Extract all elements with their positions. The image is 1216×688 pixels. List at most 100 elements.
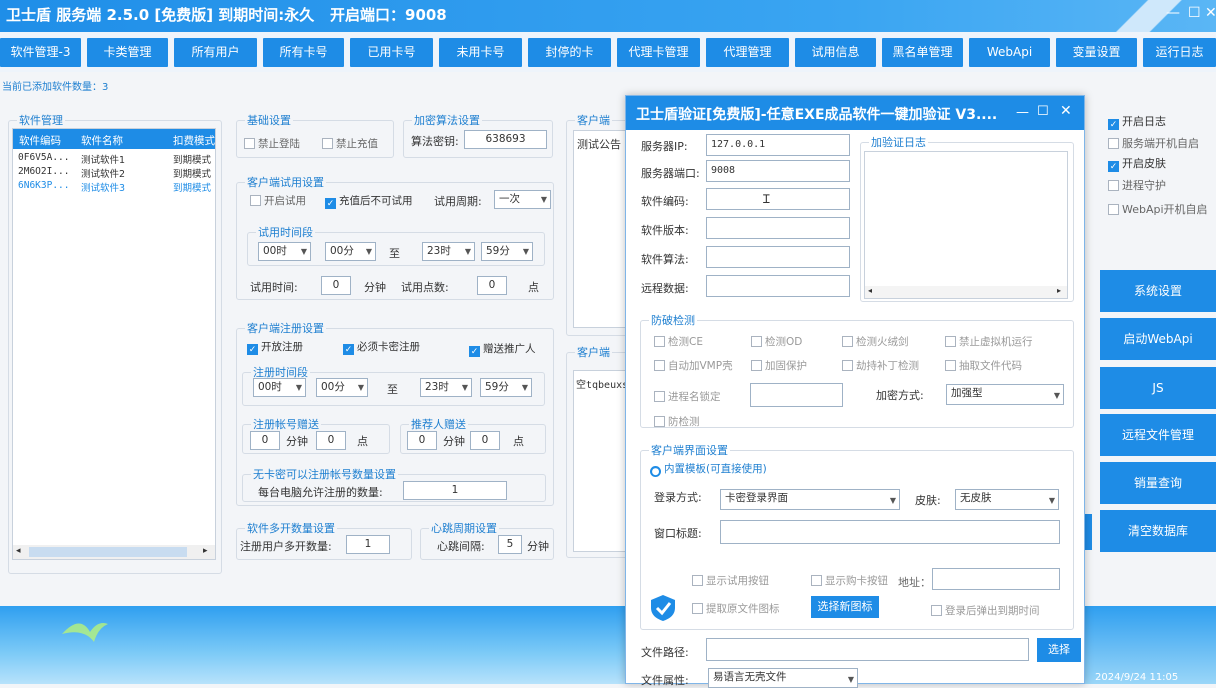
trial-time-input[interactable]: 0	[321, 276, 351, 295]
server-ip-input[interactable]: 127.0.0.1	[706, 134, 850, 156]
builtin-template-radio[interactable]: ● 内置模板(可直接使用)	[650, 461, 767, 477]
sales-query-button[interactable]: 销量查询	[1100, 462, 1216, 504]
trial-points-input[interactable]: 0	[477, 276, 507, 295]
js-button[interactable]: JS	[1100, 367, 1216, 409]
extract-code-checkbox[interactable]: 抽取文件代码	[945, 358, 1022, 373]
system-settings-button[interactable]: 系统设置	[1100, 270, 1216, 312]
horizontal-scrollbar[interactable]: ◂ ▸	[13, 545, 215, 559]
tab-trial-info[interactable]: 试用信息	[795, 38, 876, 67]
show-trial-button-checkbox[interactable]: 显示试用按钮	[692, 573, 769, 588]
remote-data-input[interactable]	[706, 275, 850, 297]
tab-card-types[interactable]: 卡类管理	[87, 38, 168, 67]
software-list[interactable]: 软件编码 软件名称 扣费模式 0F6V5A... 测试软件1 到期模式 2M6O…	[12, 128, 216, 560]
clear-database-button[interactable]: 清空数据库	[1100, 510, 1216, 552]
popup-expiry-checkbox[interactable]: 登录后弹出到期时间	[931, 603, 1040, 618]
trial-period-select[interactable]: 一次 ▼	[494, 190, 551, 209]
require-card-checkbox[interactable]: ✓ 必须卡密注册	[343, 339, 420, 355]
register-start-hour[interactable]: 00时 ▼	[253, 378, 306, 397]
col-mode[interactable]: 扣费模式	[173, 133, 215, 148]
ref-minutes-input[interactable]: 0	[407, 431, 437, 450]
maximize-button[interactable]: ☐	[1188, 5, 1201, 21]
skin-select[interactable]: 无皮肤 ▼	[955, 489, 1059, 510]
nocard-input[interactable]: 1	[403, 481, 507, 500]
software-version-input[interactable]	[706, 217, 850, 239]
server-port-input[interactable]: 9008	[706, 160, 850, 182]
dialog-minimize-button[interactable]: —	[1016, 105, 1029, 120]
anti-detect-checkbox[interactable]: 防检测	[654, 414, 700, 429]
process-guard-checkbox[interactable]: 进程守护	[1108, 177, 1166, 193]
table-row[interactable]: 2M6O2I... 测试软件2 到期模式	[13, 166, 215, 180]
register-end-min[interactable]: 59分 ▼	[480, 378, 532, 397]
enable-trial-checkbox[interactable]: 开启试用	[250, 193, 306, 208]
trial-start-hour[interactable]: 00时 ▼	[258, 242, 311, 261]
detect-ce-checkbox[interactable]: 检测CE	[654, 334, 703, 349]
scroll-thumb[interactable]	[29, 547, 187, 557]
dialog-maximize-button[interactable]: ☐	[1037, 104, 1049, 119]
show-buy-button-checkbox[interactable]: 显示购卡按钮	[811, 573, 888, 588]
autostart-webapi-checkbox[interactable]: WebApi开机自启	[1108, 201, 1208, 217]
col-name[interactable]: 软件名称	[81, 133, 123, 148]
scroll-left-icon[interactable]: ◂	[16, 546, 21, 556]
disable-login-checkbox[interactable]: 禁止登陆	[244, 136, 300, 151]
disable-recharge-checkbox[interactable]: 禁止充值	[322, 136, 378, 151]
tab-all-cards[interactable]: 所有卡号	[263, 38, 344, 67]
tab-software[interactable]: 软件管理-3	[0, 38, 81, 67]
ref-points-input[interactable]: 0	[470, 431, 500, 450]
register-end-hour[interactable]: 23时 ▼	[420, 378, 472, 397]
tab-webapi[interactable]: WebApi	[969, 38, 1050, 67]
trial-end-min[interactable]: 59分 ▼	[481, 242, 533, 261]
tab-blacklist[interactable]: 黑名单管理	[882, 38, 963, 67]
login-mode-select[interactable]: 卡密登录界面 ▼	[720, 489, 900, 510]
notice-textbox[interactable]: 测试公告	[573, 130, 633, 328]
file-attr-select[interactable]: 易语言无壳文件 ▼	[708, 668, 858, 688]
table-row[interactable]: 0F6V5A... 测试软件1 到期模式	[13, 152, 215, 166]
col-code[interactable]: 软件编码	[19, 133, 61, 148]
process-name-input[interactable]	[750, 383, 843, 407]
address-input[interactable]	[932, 568, 1060, 590]
choose-file-button[interactable]: 选择	[1037, 638, 1081, 662]
scroll-right-icon[interactable]: ▸	[203, 546, 208, 556]
tab-agents[interactable]: 代理管理	[706, 38, 789, 67]
lock-process-name-checkbox[interactable]: 进程名锁定	[654, 389, 721, 404]
log-scrollbar[interactable]: ◂ ▸	[865, 286, 1067, 298]
tab-all-users[interactable]: 所有用户	[174, 38, 257, 67]
open-register-checkbox[interactable]: ✓ 开放注册	[247, 339, 303, 355]
trial-start-min[interactable]: 00分 ▼	[325, 242, 376, 261]
key-input[interactable]: 638693	[464, 130, 547, 149]
tab-variables[interactable]: 变量设置	[1056, 38, 1137, 67]
hijack-patch-checkbox[interactable]: 劫持补丁检测	[842, 358, 919, 373]
window-title-input[interactable]	[720, 520, 1060, 544]
gift-referrer-checkbox[interactable]: ✓ 赠送推广人	[469, 341, 536, 357]
enable-skin-checkbox[interactable]: ✓ 开启皮肤	[1108, 155, 1166, 172]
table-row-selected[interactable]: 6N6K3P... 测试软件3 到期模式	[13, 180, 215, 194]
start-webapi-button[interactable]: 启动WebApi	[1100, 318, 1216, 360]
extract-icon-checkbox[interactable]: 提取原文件图标	[692, 601, 780, 616]
tab-banned-cards[interactable]: 封停的卡	[528, 38, 611, 67]
block-vm-checkbox[interactable]: 禁止虚拟机运行	[945, 334, 1033, 349]
tab-unused-cards[interactable]: 未用卡号	[439, 38, 522, 67]
software-code-input[interactable]: Ɪ	[706, 188, 850, 210]
autostart-server-checkbox[interactable]: 服务端开机自启	[1108, 135, 1199, 151]
gift-points-input[interactable]: 0	[316, 431, 346, 450]
tab-used-cards[interactable]: 已用卡号	[350, 38, 433, 67]
detect-huorong-checkbox[interactable]: 检测火绒剑	[842, 334, 909, 349]
close-button[interactable]: ✕	[1205, 5, 1216, 21]
software-algo-input[interactable]	[706, 246, 850, 268]
enable-log-checkbox[interactable]: ✓ 开启日志	[1108, 113, 1166, 130]
gift-minutes-input[interactable]: 0	[250, 431, 280, 450]
auto-vmp-checkbox[interactable]: 自动加VMP壳	[654, 358, 733, 373]
remote-files-button[interactable]: 远程文件管理	[1100, 414, 1216, 456]
harden-checkbox[interactable]: 加固保护	[751, 358, 807, 373]
dialog-close-button[interactable]: ✕	[1060, 103, 1072, 119]
encrypt-mode-select[interactable]: 加强型 ▼	[946, 384, 1064, 405]
register-start-min[interactable]: 00分 ▼	[316, 378, 368, 397]
tab-agent-cards[interactable]: 代理卡管理	[617, 38, 700, 67]
multi-open-input[interactable]: 1	[346, 535, 390, 554]
no-trial-after-recharge-checkbox[interactable]: ✓ 充值后不可试用	[325, 193, 413, 209]
tab-run-log[interactable]: 运行日志	[1143, 38, 1216, 67]
minimize-button[interactable]: —	[1166, 5, 1180, 21]
log-textbox[interactable]: ◂ ▸	[864, 151, 1068, 299]
file-path-input[interactable]	[706, 638, 1029, 661]
trial-end-hour[interactable]: 23时 ▼	[422, 242, 475, 261]
notice2-textbox[interactable]: 空tqbeuxs	[573, 370, 633, 552]
